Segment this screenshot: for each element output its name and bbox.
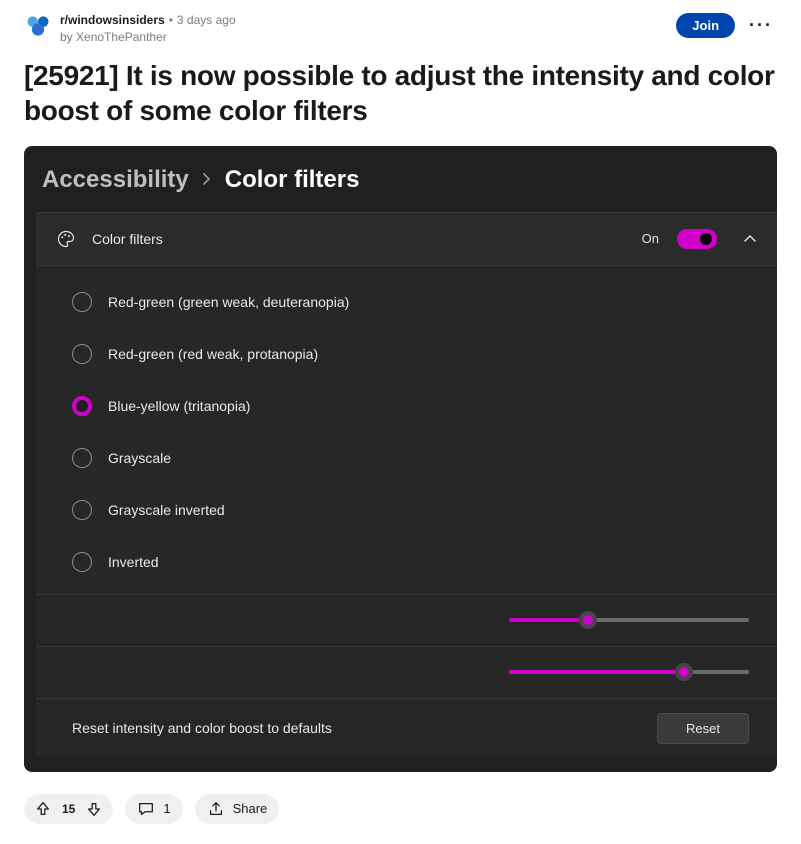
radio-icon: [72, 448, 92, 468]
radio-icon: [72, 344, 92, 364]
color-filters-expander[interactable]: Color filters On: [36, 212, 777, 266]
more-options-button[interactable]: ···: [745, 12, 777, 38]
post-header: r/windowsinsiders • 3 days ago by XenoTh…: [24, 12, 777, 46]
byline: by XenoThePanther: [60, 29, 668, 46]
filter-option-label: Blue-yellow (tritanopia): [108, 398, 250, 414]
chevron-up-icon: [743, 232, 757, 246]
palette-icon: [56, 229, 76, 249]
radio-icon: [72, 500, 92, 520]
filter-option[interactable]: Blue-yellow (tritanopia): [36, 380, 777, 432]
share-label: Share: [233, 801, 268, 816]
color-boost-slider-row: [36, 646, 777, 698]
filter-option-label: Grayscale: [108, 450, 171, 466]
author-link[interactable]: XenoThePanther: [76, 30, 167, 44]
breadcrumb-current: Color filters: [225, 166, 360, 194]
filter-option[interactable]: Inverted: [36, 536, 777, 588]
subreddit-icon[interactable]: [24, 12, 52, 40]
intensity-slider[interactable]: [509, 618, 749, 622]
settings-breadcrumb: Accessibility Color filters: [24, 166, 777, 212]
filter-option[interactable]: Grayscale: [36, 432, 777, 484]
post-title: [25921] It is now possible to adjust the…: [24, 58, 777, 128]
subreddit-link[interactable]: r/windowsinsiders: [60, 12, 165, 29]
join-button[interactable]: Join: [676, 13, 735, 38]
filter-option[interactable]: Red-green (green weak, deuteranopia): [36, 276, 777, 328]
share-button[interactable]: Share: [195, 794, 280, 824]
separator-dot: •: [169, 12, 173, 29]
post-time: 3 days ago: [177, 12, 236, 29]
filter-option-label: Red-green (green weak, deuteranopia): [108, 294, 349, 310]
reset-row: Reset intensity and color boost to defau…: [36, 698, 777, 756]
vote-pill: 15: [24, 794, 113, 824]
filter-option[interactable]: Red-green (red weak, protanopia): [36, 328, 777, 380]
reset-description: Reset intensity and color boost to defau…: [72, 720, 332, 736]
comments-button[interactable]: 1: [125, 794, 182, 824]
filter-option[interactable]: Grayscale inverted: [36, 484, 777, 536]
upvote-button[interactable]: [32, 798, 54, 820]
reset-button[interactable]: Reset: [657, 713, 749, 744]
color-boost-slider[interactable]: [509, 670, 749, 674]
radio-icon: [72, 552, 92, 572]
breadcrumb-parent[interactable]: Accessibility: [42, 166, 189, 194]
post-action-bar: 15 1 Share: [24, 794, 777, 824]
toggle-state-label: On: [642, 231, 659, 246]
intensity-slider-row: [36, 594, 777, 646]
radio-icon: [72, 396, 92, 416]
post-image-content: Accessibility Color filters Color filter…: [24, 146, 777, 772]
downvote-button[interactable]: [83, 798, 105, 820]
radio-icon: [72, 292, 92, 312]
filter-options-list: Red-green (green weak, deuteranopia) Red-…: [36, 266, 777, 594]
filter-option-label: Red-green (red weak, protanopia): [108, 346, 318, 362]
expander-title: Color filters: [92, 231, 626, 247]
chevron-right-icon: [201, 168, 213, 191]
comment-count: 1: [163, 801, 170, 816]
color-filters-toggle[interactable]: [677, 229, 717, 249]
filter-option-label: Inverted: [108, 554, 159, 570]
vote-score: 15: [60, 802, 77, 816]
filter-option-label: Grayscale inverted: [108, 502, 225, 518]
